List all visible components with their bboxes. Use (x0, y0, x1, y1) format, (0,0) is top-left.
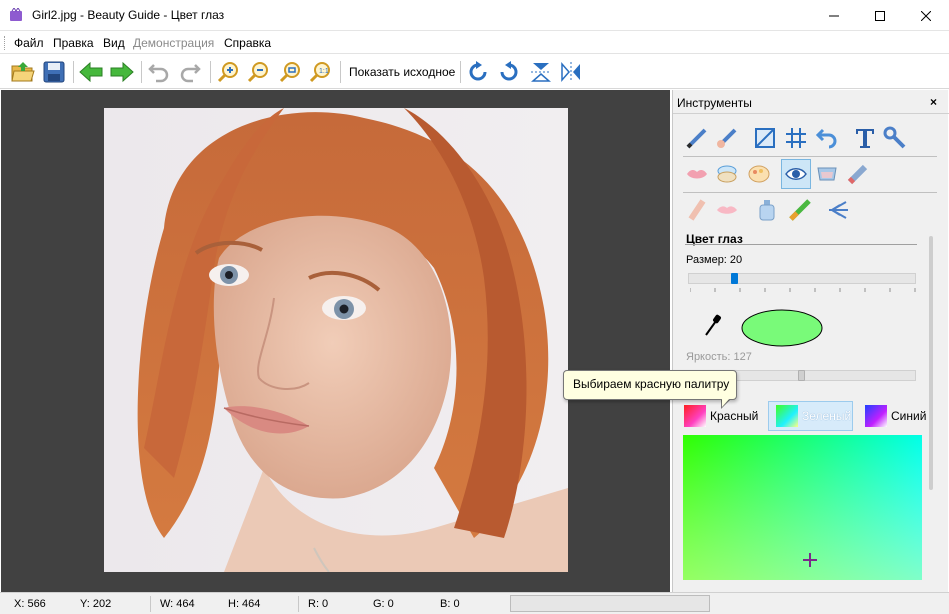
palette-tab-blue[interactable]: Синий (865, 401, 931, 431)
text-icon[interactable] (850, 123, 880, 153)
eyebrow-pencil-icon[interactable] (682, 195, 712, 225)
menu-edit[interactable]: Правка (53, 36, 94, 50)
bottle-icon[interactable] (752, 195, 782, 225)
tools-panel: Инструменты × Цвет глаз Размер: 20 Яркос… (672, 90, 949, 592)
lips-icon[interactable] (682, 159, 712, 189)
status-r: R: 0 (308, 598, 329, 610)
menu-file[interactable]: Файл (14, 36, 44, 50)
zoom-out-icon[interactable] (244, 58, 272, 86)
lipstick-icon[interactable] (712, 195, 742, 225)
menu-bar: Файл Правка Вид Демонстрация Справка (0, 32, 949, 54)
flip-horizontal-icon[interactable] (557, 58, 585, 86)
size-label: Размер: 20 (686, 254, 743, 266)
show-original-button[interactable]: Показать исходное (349, 65, 455, 79)
panel-header: Инструменты × (673, 90, 949, 114)
brightness-slider-thumb[interactable] (798, 370, 805, 381)
eyeshadow-icon[interactable] (712, 159, 742, 189)
green-swatch-icon (776, 405, 798, 427)
status-g: G: 0 (373, 598, 394, 610)
menu-view[interactable]: Вид (103, 36, 125, 50)
size-slider-thumb[interactable] (731, 273, 738, 284)
status-b: B: 0 (440, 598, 460, 610)
zoom-actual-icon[interactable]: 1:1 (306, 58, 334, 86)
wrench-icon[interactable] (880, 123, 910, 153)
retouch-brush-icon[interactable] (712, 123, 742, 153)
status-y: Y: 202 (80, 598, 112, 610)
forward-arrow-icon[interactable] (108, 58, 136, 86)
current-color-swatch[interactable] (741, 309, 823, 347)
flip-vertical-icon[interactable] (527, 58, 555, 86)
toolbar: 1:1 Показать исходное (0, 55, 949, 89)
palette-tab-red-label: Красный (710, 409, 759, 423)
zoom-fit-icon[interactable] (276, 58, 304, 86)
panel-title: Инструменты (677, 96, 752, 110)
blue-swatch-icon (865, 405, 887, 427)
save-icon[interactable] (40, 58, 68, 86)
eye-icon[interactable] (781, 159, 811, 189)
palette-tab-green-label: Зеленый (802, 409, 852, 423)
undo-icon[interactable] (145, 58, 173, 86)
status-progress-bar (510, 595, 710, 612)
arrow-left-icon[interactable] (823, 195, 853, 225)
portrait-photo[interactable] (104, 108, 568, 572)
size-slider-ticks (690, 288, 916, 292)
open-folder-icon[interactable] (9, 58, 37, 86)
title-bar: Girl2.jpg - Beauty Guide - Цвет глаз (0, 0, 949, 31)
mascara-icon[interactable] (785, 195, 815, 225)
crop-icon[interactable] (750, 123, 780, 153)
tooltip-text: Выбираем красную палитру (573, 377, 730, 391)
maximize-icon[interactable] (857, 0, 903, 31)
size-slider[interactable] (688, 273, 916, 284)
tooltip-tail-inner (722, 398, 730, 407)
brush-icon[interactable] (682, 123, 712, 153)
window-title: Girl2.jpg - Beauty Guide - Цвет глаз (32, 8, 225, 22)
pencil-icon[interactable] (843, 159, 873, 189)
brightness-label: Яркость: 127 (686, 351, 752, 363)
grid-icon[interactable] (781, 123, 811, 153)
back-arrow-icon[interactable] (77, 58, 105, 86)
undo-tool-icon[interactable] (812, 123, 842, 153)
panel-close-icon[interactable]: × (930, 95, 937, 109)
zoom-in-icon[interactable] (214, 58, 242, 86)
redo-icon[interactable] (176, 58, 204, 86)
status-bar: X: 566 Y: 202 W: 464 H: 464 R: 0 G: 0 B:… (0, 592, 949, 614)
blush-icon[interactable] (812, 159, 842, 189)
color-palette[interactable] (683, 435, 922, 580)
palette-icon[interactable] (744, 159, 774, 189)
close-icon[interactable] (903, 0, 949, 31)
eyedropper-icon[interactable] (701, 311, 725, 339)
menu-demo[interactable]: Демонстрация (133, 36, 214, 50)
tooltip: Выбираем красную палитру (563, 370, 737, 400)
section-divider (685, 244, 917, 245)
status-w: W: 464 (160, 598, 195, 610)
status-h: H: 464 (228, 598, 261, 610)
rotate-left-icon[interactable] (495, 58, 523, 86)
menu-help[interactable]: Справка (224, 36, 271, 50)
image-canvas[interactable] (1, 90, 670, 592)
app-icon (9, 7, 23, 22)
red-swatch-icon (684, 405, 706, 427)
panel-scrollbar[interactable] (929, 236, 933, 490)
rotate-right-icon[interactable] (464, 58, 492, 86)
svg-text:1:1: 1:1 (319, 68, 329, 75)
minimize-icon[interactable] (811, 0, 857, 31)
menu-grip (4, 36, 7, 50)
palette-tab-green[interactable]: Зеленый (768, 401, 853, 431)
palette-tab-blue-label: Синий (891, 409, 927, 423)
status-x: X: 566 (14, 598, 46, 610)
